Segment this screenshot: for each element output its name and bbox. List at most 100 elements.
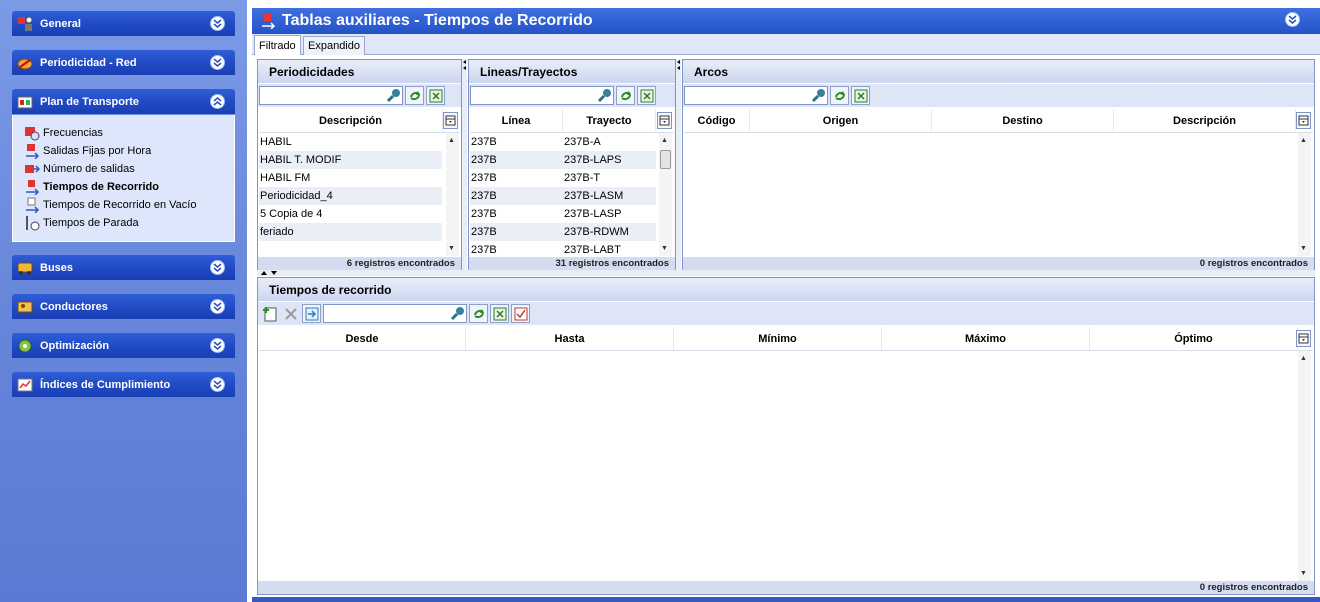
table-row[interactable]: feriado [259, 223, 442, 241]
panel-splitter[interactable] [676, 59, 681, 270]
table-row[interactable]: HABIL FM [259, 169, 442, 187]
sidebar-section-buses[interactable]: Buses [12, 255, 235, 280]
sidebar-item-salidas-fijas[interactable]: Salidas Fijas por Hora [23, 143, 151, 159]
chevron-down-icon[interactable] [210, 338, 225, 353]
refresh-button[interactable] [830, 86, 849, 105]
lineas-search-input[interactable] [470, 86, 614, 105]
scroll-up-icon[interactable]: ▲ [1300, 137, 1307, 144]
column-header[interactable]: Trayecto [563, 109, 656, 132]
export-excel-button[interactable] [637, 86, 656, 105]
sidebar-section-general[interactable]: General [12, 11, 235, 36]
go-to-button[interactable] [302, 304, 321, 323]
column-chooser-icon[interactable] [1296, 112, 1311, 129]
column-header[interactable]: Desde [259, 327, 466, 350]
refresh-button[interactable] [616, 86, 635, 105]
export-excel-button[interactable] [851, 86, 870, 105]
column-chooser-icon[interactable] [443, 112, 458, 129]
table-row[interactable]: 237B 237B-T [470, 169, 656, 187]
column-header[interactable]: Destino [932, 109, 1114, 132]
column-header[interactable]: Código [684, 109, 750, 132]
table-row[interactable]: 237B 237B-RDWM [470, 223, 656, 241]
tab-filtrado[interactable]: Filtrado [254, 35, 301, 55]
sidebar-item-label: Salidas Fijas por Hora [43, 145, 152, 157]
scroll-thumb[interactable] [660, 150, 671, 169]
chevron-down-icon[interactable] [210, 299, 225, 314]
table-row[interactable]: 237B 237B-LASM [470, 187, 656, 205]
export-excel-button[interactable] [490, 304, 509, 323]
sidebar-section-label: Periodicidad - Red [40, 56, 137, 69]
vertical-scrollbar[interactable]: ▲ ▼ [1298, 133, 1311, 256]
sidebar-item-frecuencias[interactable]: Frecuencias [23, 125, 103, 141]
column-header[interactable]: Descripción [259, 109, 443, 132]
tiempos-search-input[interactable] [323, 304, 467, 323]
chevron-down-icon[interactable] [210, 377, 225, 392]
column-chooser-icon[interactable] [1296, 330, 1311, 347]
sidebar-section-conductores[interactable]: Conductores [12, 294, 235, 319]
chevron-down-icon[interactable] [210, 260, 225, 275]
grid-header: Código Origen Destino Descripción [684, 109, 1313, 133]
export-excel-button[interactable] [426, 86, 445, 105]
tiempos-recorrido-panel: Tiempos de recorrido Desde Hasta Mínimo … [257, 277, 1315, 595]
sidebar-item-tiempos-recorrido-vacio[interactable]: Tiempos de Recorrido en Vacío [23, 197, 196, 213]
search-filter-icon[interactable] [597, 88, 612, 106]
search-filter-icon[interactable] [811, 88, 826, 106]
scroll-up-icon[interactable]: ▲ [448, 137, 455, 144]
sidebar-item-tiempos-recorrido[interactable]: Tiempos de Recorrido [23, 179, 159, 195]
grid-header: Línea Trayecto [470, 109, 674, 133]
chevron-down-icon[interactable] [210, 55, 225, 70]
fixed-departures-icon [23, 143, 40, 159]
search-filter-icon[interactable] [386, 88, 401, 106]
periodicidades-search-input[interactable] [259, 86, 403, 105]
column-header[interactable]: Línea [470, 109, 563, 132]
periodicity-icon [16, 54, 33, 71]
vertical-scrollbar[interactable]: ▲ ▼ [1298, 351, 1311, 581]
table-row[interactable]: HABIL [259, 133, 442, 151]
sidebar-section-plan-de-transporte[interactable]: Plan de Transporte [12, 89, 235, 114]
scroll-down-icon[interactable]: ▼ [661, 245, 668, 252]
scroll-down-icon[interactable]: ▼ [1300, 570, 1307, 577]
record-count: 31 registros encontrados [469, 257, 675, 270]
sidebar-item-numero-salidas[interactable]: Número de salidas [23, 161, 135, 177]
sidebar-section-periodicidad-red[interactable]: Periodicidad - Red [12, 50, 235, 75]
main-area: Tablas auxiliares - Tiempos de Recorrido… [252, 0, 1320, 602]
column-header[interactable]: Óptimo [1090, 327, 1298, 350]
scroll-down-icon[interactable]: ▼ [1300, 245, 1307, 252]
chevron-up-icon[interactable] [210, 94, 225, 109]
collapse-chevron-icon[interactable] [1285, 12, 1300, 27]
column-header[interactable]: Origen [750, 109, 932, 132]
search-filter-icon[interactable] [450, 306, 465, 324]
vertical-scrollbar[interactable]: ▲ ▼ [659, 133, 672, 256]
driver-icon [16, 298, 33, 315]
table-row[interactable]: 237B 237B-LAPS [470, 151, 656, 169]
column-chooser-icon[interactable] [657, 112, 672, 129]
scroll-up-icon[interactable]: ▲ [661, 137, 668, 144]
arcos-search-input[interactable] [684, 86, 828, 105]
add-record-button[interactable] [260, 304, 279, 323]
refresh-button[interactable] [405, 86, 424, 105]
transport-plan-icon [16, 93, 33, 110]
sidebar-section-indices-cumplimiento[interactable]: Índices de Cumplimiento [12, 372, 235, 397]
scroll-down-icon[interactable]: ▼ [448, 245, 455, 252]
column-header[interactable]: Descripción [1114, 109, 1296, 132]
horizontal-splitter[interactable] [257, 270, 1315, 276]
table-row[interactable]: 237B 237B-A [470, 133, 656, 151]
checklist-button[interactable] [511, 304, 530, 323]
empty-travel-time-icon [23, 197, 40, 213]
window-title-bar: Tablas auxiliares - Tiempos de Recorrido [252, 8, 1320, 34]
column-header[interactable]: Mínimo [674, 327, 882, 350]
tab-expandido[interactable]: Expandido [303, 36, 365, 55]
scroll-up-icon[interactable]: ▲ [1300, 355, 1307, 362]
delete-record-button[interactable] [281, 304, 300, 323]
sidebar-section-optimizacion[interactable]: Optimización [12, 333, 235, 358]
refresh-button[interactable] [469, 304, 488, 323]
panel-splitter[interactable] [462, 59, 467, 270]
vertical-scrollbar[interactable]: ▲ ▼ [446, 133, 459, 256]
column-header[interactable]: Hasta [466, 327, 674, 350]
column-header[interactable]: Máximo [882, 327, 1090, 350]
table-row[interactable]: 5 Copia de 4 [259, 205, 442, 223]
table-row[interactable]: HABIL T. MODIF [259, 151, 442, 169]
table-row[interactable]: 237B 237B-LASP [470, 205, 656, 223]
sidebar-item-tiempos-parada[interactable]: Tiempos de Parada [23, 215, 139, 231]
chevron-down-icon[interactable] [210, 16, 225, 31]
table-row[interactable]: Periodicidad_4 [259, 187, 442, 205]
